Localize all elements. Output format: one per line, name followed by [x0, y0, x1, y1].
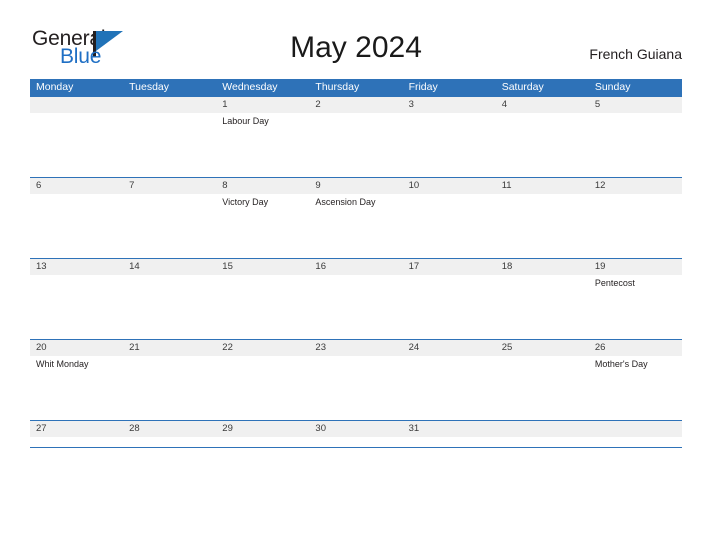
day-number: 20	[36, 342, 47, 353]
day-number: 24	[408, 342, 420, 353]
day-cell[interactable]: 2	[309, 97, 402, 177]
day-number: 19	[594, 261, 606, 272]
weekday-header-thursday: Thursday	[315, 81, 360, 93]
day-number: 15	[222, 261, 233, 272]
day-cell[interactable]: 22	[216, 340, 309, 420]
day-number: 27	[36, 423, 47, 434]
day-number: 1	[222, 99, 228, 110]
day-number: 13	[36, 261, 47, 272]
day-cell[interactable]: 15	[216, 259, 309, 339]
day-number: 25	[501, 342, 513, 353]
day-cell[interactable]: 9 Ascension Day	[309, 178, 402, 258]
day-cell[interactable]: 13	[30, 259, 123, 339]
day-cell[interactable]: 24	[403, 340, 496, 420]
day-number: 29	[222, 423, 233, 434]
calendar-grid: Monday Tuesday Wednesday Thursday Friday…	[30, 79, 682, 448]
day-cell[interactable]: 11	[496, 178, 589, 258]
page-header: General Blue May 2024 French Guiana	[0, 0, 712, 79]
day-cell[interactable]: 27	[30, 421, 123, 447]
day-number: 8	[222, 180, 228, 191]
day-cell[interactable]	[589, 421, 682, 447]
day-cell[interactable]: 30	[309, 421, 402, 447]
day-number: 6	[36, 180, 42, 191]
weekday-header-saturday: Saturday	[501, 81, 544, 93]
day-cell[interactable]: 31	[403, 421, 496, 447]
day-number: 22	[222, 342, 233, 353]
day-cell[interactable]: 28	[123, 421, 216, 447]
day-number: 5	[594, 99, 601, 110]
day-cell[interactable]: 7	[123, 178, 216, 258]
weekday-header-monday: Monday	[36, 81, 74, 93]
location-label: French Guiana	[589, 46, 682, 62]
day-number: 26	[594, 342, 606, 353]
day-number: 21	[129, 342, 140, 353]
day-event-label: Labour Day	[222, 116, 269, 126]
day-cell[interactable]	[30, 97, 123, 177]
day-number: 23	[315, 342, 326, 353]
day-cell[interactable]: 18	[496, 259, 589, 339]
day-number: 12	[594, 180, 606, 191]
weekday-header-sunday: Sunday	[594, 81, 631, 93]
day-cell[interactable]: 1 Labour Day	[216, 97, 309, 177]
calendar-week-row: 13 14 15 16 17 18 19 Pentecost	[30, 258, 682, 339]
day-number: 4	[501, 99, 507, 110]
day-number: 30	[315, 423, 326, 434]
calendar-week-row: 27 28 29 30 31	[30, 420, 682, 448]
weekday-header-wednesday: Wednesday	[222, 81, 278, 93]
day-cell[interactable]: 17	[403, 259, 496, 339]
day-event-label: Pentecost	[594, 278, 635, 288]
day-number: 14	[129, 261, 140, 272]
weekday-header-tuesday: Tuesday	[129, 81, 170, 93]
day-cell[interactable]	[123, 97, 216, 177]
day-event-label: Ascension Day	[315, 197, 376, 207]
day-event-label: Victory Day	[222, 197, 269, 207]
day-cell[interactable]: 10	[403, 178, 496, 258]
day-cell[interactable]: 20 Whit Monday	[30, 340, 123, 420]
weekday-header-friday: Friday	[408, 81, 438, 93]
calendar-week-row: 1 Labour Day 2 3 4 5	[30, 96, 682, 177]
day-cell[interactable]: 3	[403, 97, 496, 177]
day-number: 7	[129, 180, 135, 191]
day-number: 3	[408, 99, 414, 110]
day-number: 28	[129, 423, 140, 434]
day-number: 31	[408, 423, 420, 434]
day-number: 2	[315, 99, 321, 110]
day-event-label: Mother's Day	[594, 359, 648, 369]
weekday-header-row: Monday Tuesday Wednesday Thursday Friday…	[30, 79, 682, 96]
day-cell[interactable]	[496, 421, 589, 447]
day-number: 18	[501, 261, 513, 272]
day-cell[interactable]: 21	[123, 340, 216, 420]
day-cell[interactable]: 19 Pentecost	[589, 259, 682, 339]
day-cell[interactable]: 12	[589, 178, 682, 258]
calendar-week-row: 6 7 8 Victory Day 9 Ascension Day 10 11	[30, 177, 682, 258]
day-cell[interactable]: 26 Mother's Day	[589, 340, 682, 420]
day-cell[interactable]: 23	[309, 340, 402, 420]
day-event-label: Whit Monday	[36, 359, 89, 369]
day-number: 17	[408, 261, 420, 272]
calendar-week-row: 20 Whit Monday 21 22 23 24 25 26 Mother'…	[30, 339, 682, 420]
day-number: 10	[408, 180, 420, 191]
day-cell[interactable]: 29	[216, 421, 309, 447]
day-cell[interactable]: 14	[123, 259, 216, 339]
day-cell[interactable]: 5	[589, 97, 682, 177]
day-number: 11	[501, 180, 512, 191]
day-cell[interactable]: 6	[30, 178, 123, 258]
calendar-page: General Blue May 2024 French Guiana Mond…	[0, 0, 712, 550]
day-number: 16	[315, 261, 326, 272]
day-cell[interactable]: 4	[496, 97, 589, 177]
day-cell[interactable]: 8 Victory Day	[216, 178, 309, 258]
day-cell[interactable]: 25	[496, 340, 589, 420]
day-number: 9	[315, 180, 321, 191]
day-cell[interactable]: 16	[309, 259, 402, 339]
